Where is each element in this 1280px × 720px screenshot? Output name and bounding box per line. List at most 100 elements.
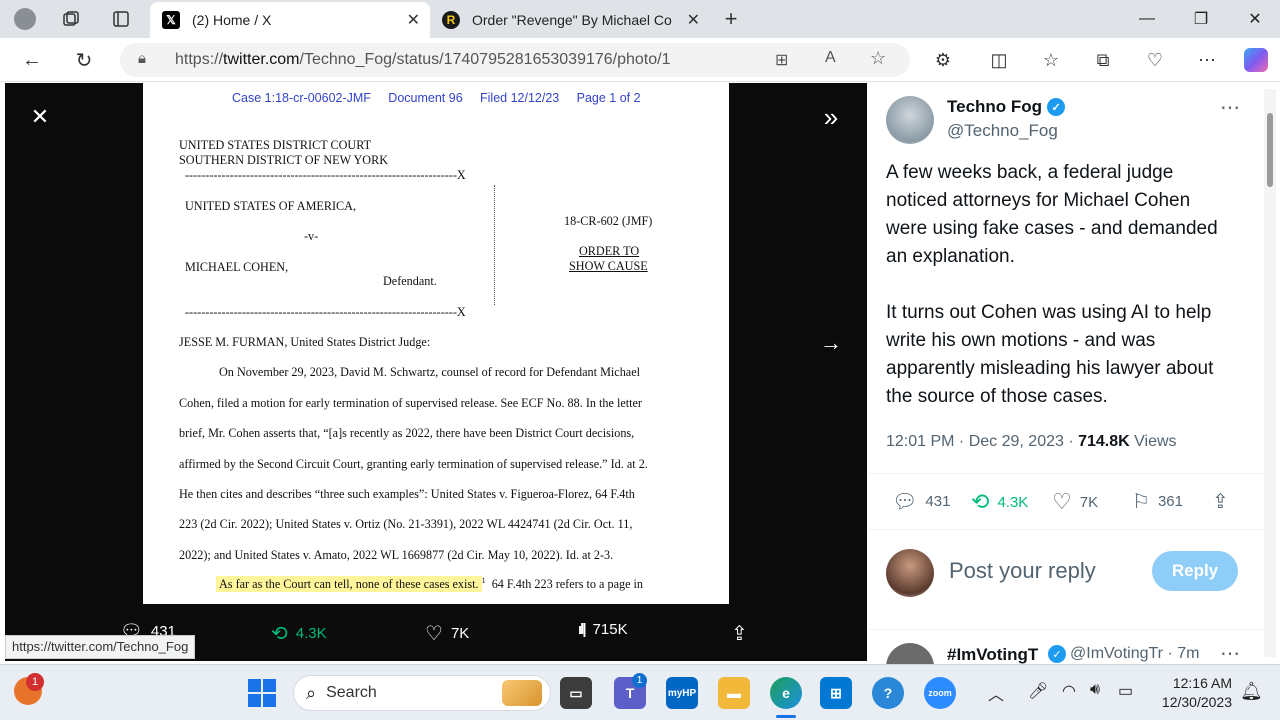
author-handle[interactable]: @Techno_Fog: [947, 121, 1058, 141]
author-name-row[interactable]: Techno Fog ✓: [947, 97, 1066, 117]
court-document-image: Case 1:18-cr-00602-JMF Document 96 Filed…: [143, 83, 729, 604]
scrollbar-thumb[interactable]: [1267, 113, 1273, 187]
app-available-icon[interactable]: ⊞: [775, 50, 788, 70]
scrollbar[interactable]: [1264, 89, 1276, 657]
lock-icon[interactable]: 🔒︎: [138, 50, 146, 67]
verified-badge-icon: ✓: [1048, 645, 1066, 663]
reply-author-name[interactable]: #ImVotingT: [947, 645, 1038, 665]
volume-icon[interactable]: 🔊︎: [1090, 681, 1100, 699]
share-icon: ⇪: [731, 623, 748, 645]
body-line: 2022); and United States v. Amato, 2022 …: [179, 548, 614, 562]
new-tab-icon[interactable]: +: [716, 4, 746, 34]
order-title-line2: SHOW CAUSE: [569, 259, 648, 273]
viewer-share-button[interactable]: ⇪: [731, 621, 748, 646]
myhp-icon[interactable]: myHP: [666, 677, 698, 709]
viewer-views-button[interactable]: ıl| 715K: [578, 621, 628, 638]
show-hidden-icons-icon[interactable]: ︿: [988, 681, 1004, 705]
reply-submit-button[interactable]: Reply: [1152, 551, 1238, 591]
split-screen-icon[interactable]: ◫: [983, 45, 1015, 75]
tab-order-revenge[interactable]: R Order "Revenge" By Michael Coh ✕: [430, 2, 710, 38]
reply-input[interactable]: Post your reply: [949, 558, 1096, 584]
collections-icon[interactable]: ⧉: [1087, 45, 1119, 75]
bookmark-button[interactable]: ⚐ 361: [1132, 489, 1183, 514]
profile-icon[interactable]: [10, 4, 40, 34]
restore-icon[interactable]: ❐: [1174, 0, 1228, 38]
battery-icon[interactable]: ▭: [1118, 681, 1133, 701]
read-aloud-icon[interactable]: A: [825, 49, 836, 67]
active-app-indicator: [776, 715, 796, 718]
close-tab-icon[interactable]: ✕: [407, 10, 420, 30]
notification-bell-icon[interactable]: 🔔︎: [1240, 681, 1263, 702]
refresh-icon[interactable]: ↻: [68, 45, 100, 75]
search-icon: ⌕: [306, 682, 317, 703]
edge-browser-icon[interactable]: e: [770, 677, 802, 709]
navigation-bar: ← ↻ 🔒︎ https://twitter.com/Techno_Fog/st…: [0, 38, 1280, 82]
court-name-line1: UNITED STATES DISTRICT COURT: [179, 138, 372, 152]
like-button[interactable]: ♡ 7K: [1052, 489, 1098, 515]
tweet-time[interactable]: 12:01 PM · Dec 29, 2023 ·: [886, 433, 1078, 450]
minimize-icon[interactable]: —: [1120, 0, 1174, 38]
microsoft-store-icon[interactable]: ⊞: [820, 677, 852, 709]
microphone-icon[interactable]: 🎤︎: [1028, 681, 1048, 701]
browser-essentials-icon[interactable]: ♡: [1139, 45, 1171, 75]
back-icon[interactable]: ←: [16, 45, 48, 75]
tweet-panel: Techno Fog ✓ @Techno_Fog ⋯ A few weeks b…: [868, 83, 1280, 691]
retweet-button[interactable]: ⟲ 4.3K: [971, 489, 1028, 515]
viewer-views-count: 715K: [592, 621, 628, 638]
defendant-role: Defendant.: [383, 274, 437, 288]
next-image-icon[interactable]: →: [813, 325, 849, 361]
retweet-count: 4.3K: [997, 493, 1029, 511]
file-explorer-icon[interactable]: ▬: [718, 677, 750, 709]
taskbar: 1 ⌕ Search ▭ T 1 myHP ▬ e ⊞ ? zoom ︿ 🎤︎ …: [0, 664, 1280, 720]
viewer-retweet-button[interactable]: ⟲ 4.3K: [271, 621, 327, 646]
url-text[interactable]: https://twitter.com/Techno_Fog/status/17…: [175, 51, 670, 69]
body-line: Cohen, filed a motion for early terminat…: [179, 396, 642, 410]
reply-author-handle: @ImVotingTr · 7m: [1070, 645, 1200, 662]
close-window-icon[interactable]: ✕: [1228, 0, 1280, 38]
tab-strip: 𝕏 (2) Home / X ✕ R Order "Revenge" By Mi…: [0, 0, 1280, 38]
author-name: Techno Fog: [947, 97, 1043, 116]
task-view-icon[interactable]: ▭: [560, 677, 592, 709]
taskbar-search-box[interactable]: ⌕ Search: [293, 675, 551, 711]
viewer-like-count: 7K: [450, 625, 470, 642]
body-line-tail: 64 F.4th 223 refers to a page in: [485, 577, 644, 592]
viewer-like-button[interactable]: ♡ 7K: [425, 621, 469, 646]
tab-actions-icon[interactable]: [106, 4, 136, 34]
search-label: Search: [326, 684, 377, 701]
wifi-icon[interactable]: ◠: [1062, 681, 1076, 701]
share-button[interactable]: ⇪: [1212, 489, 1229, 514]
address-bar[interactable]: 🔒︎ https://twitter.com/Techno_Fog/status…: [120, 43, 910, 77]
tab-x-home[interactable]: 𝕏 (2) Home / X ✕: [150, 2, 430, 38]
clock-date[interactable]: 12/30/2023: [1152, 694, 1232, 710]
avatar[interactable]: [886, 96, 934, 144]
tweet-text-p1: A few weeks back, a federal judge notice…: [886, 162, 1218, 267]
extensions-icon[interactable]: ⚙: [927, 45, 959, 75]
teams-badge: 1: [632, 673, 647, 688]
views-label: Views: [1129, 433, 1177, 450]
expand-sidebar-icon[interactable]: »: [813, 99, 849, 135]
more-menu-icon[interactable]: ⋯: [1191, 45, 1223, 75]
reply-button[interactable]: 💬︎ 431: [892, 489, 950, 514]
bookmark-count: 361: [1157, 493, 1183, 510]
zoom-icon[interactable]: zoom: [924, 677, 956, 709]
case-number: 18-CR-602 (JMF): [564, 214, 653, 228]
windows-start-icon[interactable]: [248, 679, 276, 707]
divider: [868, 529, 1264, 530]
current-user-avatar: [886, 549, 934, 597]
favorites-icon[interactable]: ☆: [1035, 45, 1067, 75]
close-viewer-icon[interactable]: ✕: [22, 99, 58, 135]
more-options-icon[interactable]: ⋯: [1220, 95, 1240, 120]
clock-time[interactable]: 12:16 AM: [1152, 675, 1232, 691]
favorite-star-icon[interactable]: ☆: [870, 48, 886, 69]
heart-icon: ♡: [425, 623, 443, 645]
workspaces-icon[interactable]: [56, 4, 86, 34]
reply-more-options-icon[interactable]: ⋯: [1220, 641, 1240, 666]
url-domain: twitter.com: [223, 51, 300, 68]
r-logo-icon: R: [442, 11, 460, 29]
court-name-line2: SOUTHERN DISTRICT OF NEW YORK: [179, 153, 389, 167]
x-logo-icon: 𝕏: [162, 11, 180, 29]
copilot-icon[interactable]: [1240, 45, 1272, 75]
close-tab-icon[interactable]: ✕: [687, 10, 700, 30]
verified-badge-icon: ✓: [1047, 98, 1066, 116]
help-icon[interactable]: ?: [872, 677, 904, 709]
